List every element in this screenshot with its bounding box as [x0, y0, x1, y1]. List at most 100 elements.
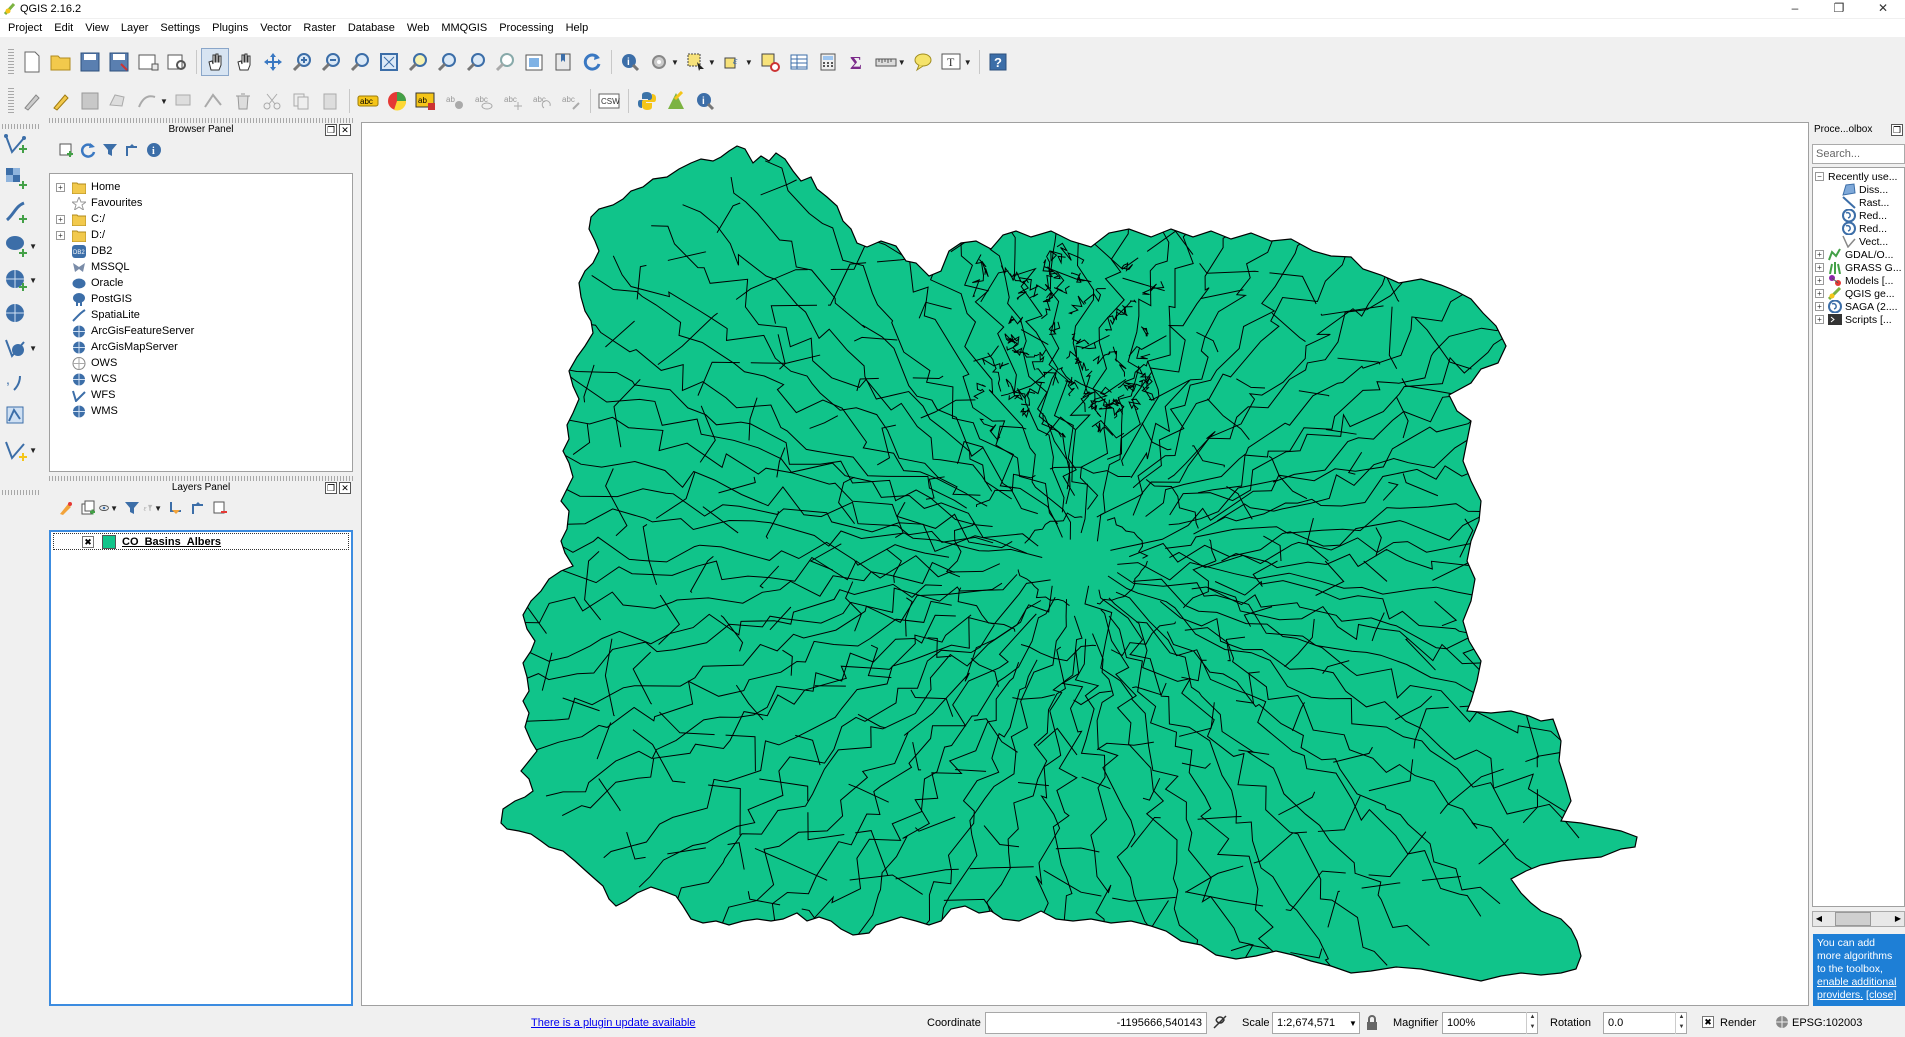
- add-selected-layers-icon[interactable]: [55, 140, 77, 160]
- add-vector-layer-icon[interactable]: [2, 130, 30, 158]
- plugin-update-link[interactable]: There is a plugin update available: [531, 1017, 696, 1029]
- processing-tree-item[interactable]: + QGIS ge...: [1813, 286, 1904, 301]
- chevron-down-icon[interactable]: ▼: [708, 58, 716, 67]
- touch-zoom-icon[interactable]: [259, 48, 287, 76]
- magnifier-spin-arrows[interactable]: ▲ ▼: [1526, 1012, 1538, 1034]
- highlight-pinned-labels-icon[interactable]: ab: [412, 87, 440, 115]
- python-console-icon[interactable]: [633, 87, 661, 115]
- expand-icon[interactable]: +: [56, 230, 65, 240]
- maximize-button[interactable]: ❐: [1817, 0, 1861, 18]
- coordinate-field[interactable]: -1195666,540143: [985, 1012, 1207, 1034]
- save-project-icon[interactable]: [76, 48, 104, 76]
- browser-item-wms[interactable]: WMS: [50, 403, 352, 419]
- menu-database[interactable]: Database: [342, 19, 401, 37]
- refresh-icon[interactable]: [77, 140, 99, 160]
- browser-item-db2[interactable]: DB2 DB2: [50, 243, 352, 259]
- chevron-down-icon[interactable]: ▼: [29, 276, 37, 285]
- menu-help[interactable]: Help: [560, 19, 595, 37]
- expand-icon[interactable]: +: [1815, 315, 1824, 324]
- chevron-down-icon[interactable]: ▼: [745, 58, 753, 67]
- layer-labeling-icon[interactable]: abc: [354, 87, 382, 115]
- browser-item-wfs[interactable]: WFS: [50, 387, 352, 403]
- close-panel-button[interactable]: ✕: [339, 124, 351, 136]
- processing-tree-item[interactable]: Diss...: [1813, 183, 1904, 196]
- zoom-out-icon[interactable]: [317, 48, 345, 76]
- collapse-all-icon[interactable]: [187, 498, 209, 518]
- delete-selected-icon[interactable]: [229, 87, 257, 115]
- filter-legend-icon[interactable]: [121, 498, 143, 518]
- chevron-down-icon[interactable]: ▼: [898, 58, 906, 67]
- chevron-down-icon[interactable]: ▼: [29, 344, 37, 353]
- expand-icon[interactable]: +: [1815, 302, 1824, 311]
- add-postgis-layer-icon[interactable]: ▼: [2, 232, 37, 260]
- toolbar-grip[interactable]: [8, 88, 14, 114]
- menu-view[interactable]: View: [79, 19, 115, 37]
- map-canvas[interactable]: [361, 122, 1809, 1006]
- browser-item-mssql[interactable]: MSSQL: [50, 259, 352, 275]
- basins-map[interactable]: [362, 123, 1809, 1006]
- toolbar-grip[interactable]: [2, 124, 40, 129]
- horizontal-scrollbar[interactable]: ◀ ▶: [1812, 911, 1905, 927]
- menu-edit[interactable]: Edit: [48, 19, 79, 37]
- processing-tree-item[interactable]: + GDAL/O...: [1813, 248, 1904, 261]
- field-calculator-icon[interactable]: [814, 48, 842, 76]
- refresh-icon[interactable]: [578, 48, 606, 76]
- layer-row[interactable]: ✖ CO_Basins_Albers: [53, 533, 349, 550]
- menu-layer[interactable]: Layer: [115, 19, 155, 37]
- close-button[interactable]: ✕: [1861, 0, 1905, 18]
- change-label-icon[interactable]: abc: [557, 87, 585, 115]
- menu-mmqgis[interactable]: MMQGIS: [435, 19, 493, 37]
- zoom-in-icon[interactable]: [288, 48, 316, 76]
- zoom-full-icon[interactable]: [375, 48, 403, 76]
- lock-scale-icon[interactable]: [1366, 1015, 1378, 1034]
- add-delimited-text-icon[interactable]: ,: [2, 368, 30, 396]
- zoom-native-icon[interactable]: [346, 48, 374, 76]
- layer-diagram-icon[interactable]: [383, 87, 411, 115]
- zoom-to-selection-icon[interactable]: [404, 48, 432, 76]
- magnifier-spinbox[interactable]: 100%: [1442, 1012, 1538, 1034]
- select-by-expression-icon[interactable]: ε: [719, 48, 747, 76]
- expand-icon[interactable]: +: [1815, 276, 1824, 285]
- rotation-spin-arrows[interactable]: ▲ ▼: [1675, 1012, 1687, 1034]
- zoom-next-icon[interactable]: [491, 48, 519, 76]
- collapse-all-icon[interactable]: [121, 140, 143, 160]
- chevron-down-icon[interactable]: ▼: [671, 58, 679, 67]
- run-feature-action-icon[interactable]: [645, 48, 673, 76]
- show-hide-labels-icon[interactable]: abc: [470, 87, 498, 115]
- cut-features-icon[interactable]: [258, 87, 286, 115]
- toolbar-grip[interactable]: [2, 490, 40, 495]
- add-feature-icon[interactable]: [105, 87, 133, 115]
- chevron-down-icon[interactable]: ▼: [964, 58, 972, 67]
- browser-item-c[interactable]: + C:/: [50, 211, 352, 227]
- chevron-down-icon[interactable]: ▼: [1349, 1019, 1357, 1028]
- processing-tree-item[interactable]: + Scripts [...: [1813, 313, 1904, 326]
- rotate-label-icon[interactable]: abc: [528, 87, 556, 115]
- expand-all-icon[interactable]: [165, 498, 187, 518]
- identify-tool-icon[interactable]: i: [691, 87, 719, 115]
- attribute-table-icon[interactable]: [785, 48, 813, 76]
- csw-search-icon[interactable]: CSW: [595, 87, 623, 115]
- new-project-icon[interactable]: [18, 48, 46, 76]
- chevron-down-icon[interactable]: ▼: [154, 504, 162, 513]
- menu-web[interactable]: Web: [401, 19, 435, 37]
- toggle-extents-icon[interactable]: [1212, 1014, 1228, 1033]
- chevron-down-icon[interactable]: ▼: [29, 242, 37, 251]
- toggle-editing-icon[interactable]: [47, 87, 75, 115]
- manage-map-themes-icon[interactable]: ▼: [99, 498, 121, 518]
- menu-raster[interactable]: Raster: [297, 19, 341, 37]
- node-edit-icon[interactable]: [200, 87, 228, 115]
- toolbar-grip[interactable]: [8, 49, 14, 75]
- menu-plugins[interactable]: Plugins: [206, 19, 254, 37]
- zoom-to-layer-icon[interactable]: [433, 48, 461, 76]
- copy-features-icon[interactable]: [287, 87, 315, 115]
- processing-search-input[interactable]: Search...: [1812, 144, 1905, 164]
- node-tool-icon[interactable]: [171, 87, 199, 115]
- help-icon[interactable]: ?: [984, 48, 1012, 76]
- expand-icon[interactable]: +: [1815, 250, 1824, 259]
- scroll-left-icon[interactable]: ◀: [1813, 912, 1825, 926]
- float-panel-button[interactable]: ❐: [325, 482, 337, 494]
- add-raster-layer-icon[interactable]: [2, 164, 30, 192]
- close-info-link[interactable]: [close]: [1866, 989, 1896, 1001]
- processing-tree-item[interactable]: Red...: [1813, 221, 1904, 236]
- new-vector-layer-icon[interactable]: ▼: [2, 436, 37, 464]
